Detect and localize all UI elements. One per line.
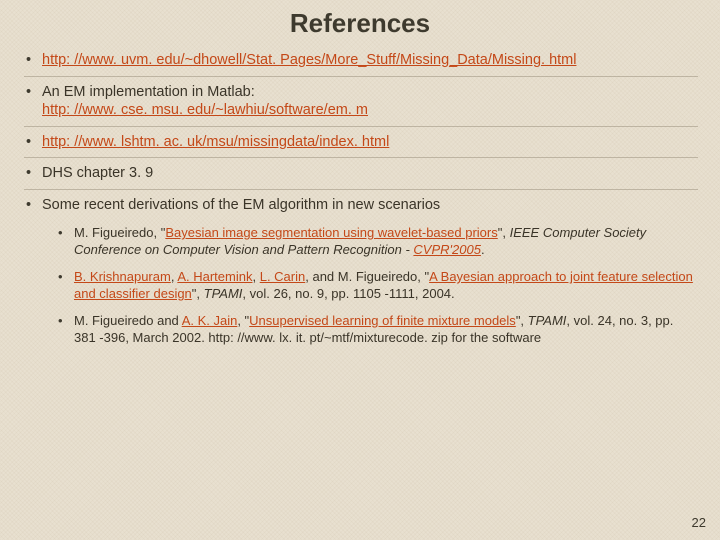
ref-item-2: An EM implementation in Matlab: http: //…	[24, 76, 698, 126]
sub-item-2: B. Krishnapuram, A. Hartemink, L. Carin,…	[58, 264, 698, 308]
s3-ital: TPAMI	[528, 313, 567, 328]
s3-author-link[interactable]: A. K. Jain	[182, 313, 238, 328]
ref3-link[interactable]: http: //www. lshtm. ac. uk/msu/missingda…	[42, 134, 389, 150]
s2-c2: ,	[252, 269, 259, 284]
ref4-text: DHS chapter 3. 9	[42, 165, 153, 181]
s2-author1-link[interactable]: B. Krishnapuram	[74, 269, 171, 284]
sub-item-3: M. Figueiredo and A. K. Jain, "Unsupervi…	[58, 308, 698, 352]
references-list: http: //www. uvm. edu/~dhowell/Stat. Pag…	[0, 45, 720, 358]
s1-conf-link[interactable]: CVPR'2005	[413, 242, 481, 257]
sub-list: M. Figueiredo, "Bayesian image segmentat…	[42, 220, 698, 351]
ref1-link[interactable]: http: //www. uvm. edu/~dhowell/Stat. Pag…	[42, 52, 576, 68]
s1-pre: M. Figueiredo, "	[74, 225, 165, 240]
s2-end: ",	[192, 286, 204, 301]
sub-item-1: M. Figueiredo, "Bayesian image segmentat…	[58, 220, 698, 264]
s1-end: .	[481, 242, 485, 257]
s3-c: , "	[237, 313, 249, 328]
s2-author3-link[interactable]: L. Carin	[260, 269, 306, 284]
ref-item-3: http: //www. lshtm. ac. uk/msu/missingda…	[24, 126, 698, 158]
s2-c3: , and M. Figueiredo, "	[305, 269, 429, 284]
s3-mid: ",	[516, 313, 528, 328]
ref2-text: An EM implementation in Matlab:	[42, 84, 255, 100]
ref5-text: Some recent derivations of the EM algori…	[42, 197, 440, 213]
page-number: 22	[692, 515, 706, 530]
s1-link[interactable]: Bayesian image segmentation using wavele…	[165, 225, 497, 240]
s2-ital: TPAMI	[204, 286, 243, 301]
ref-item-5: Some recent derivations of the EM algori…	[24, 189, 698, 358]
ref2-link[interactable]: http: //www. cse. msu. edu/~lawhiu/softw…	[42, 102, 368, 118]
s1-mid: ",	[498, 225, 510, 240]
s3-title-link[interactable]: Unsupervised learning of finite mixture …	[249, 313, 516, 328]
s2-author2-link[interactable]: A. Hartemink	[177, 269, 252, 284]
s3-pre: M. Figueiredo and	[74, 313, 182, 328]
ref-item-4: DHS chapter 3. 9	[24, 157, 698, 189]
ref-item-1: http: //www. uvm. edu/~dhowell/Stat. Pag…	[24, 45, 698, 76]
page-title: References	[0, 0, 720, 45]
s2-tail: , vol. 26, no. 9, pp. 1105 -1111, 2004.	[242, 286, 454, 301]
